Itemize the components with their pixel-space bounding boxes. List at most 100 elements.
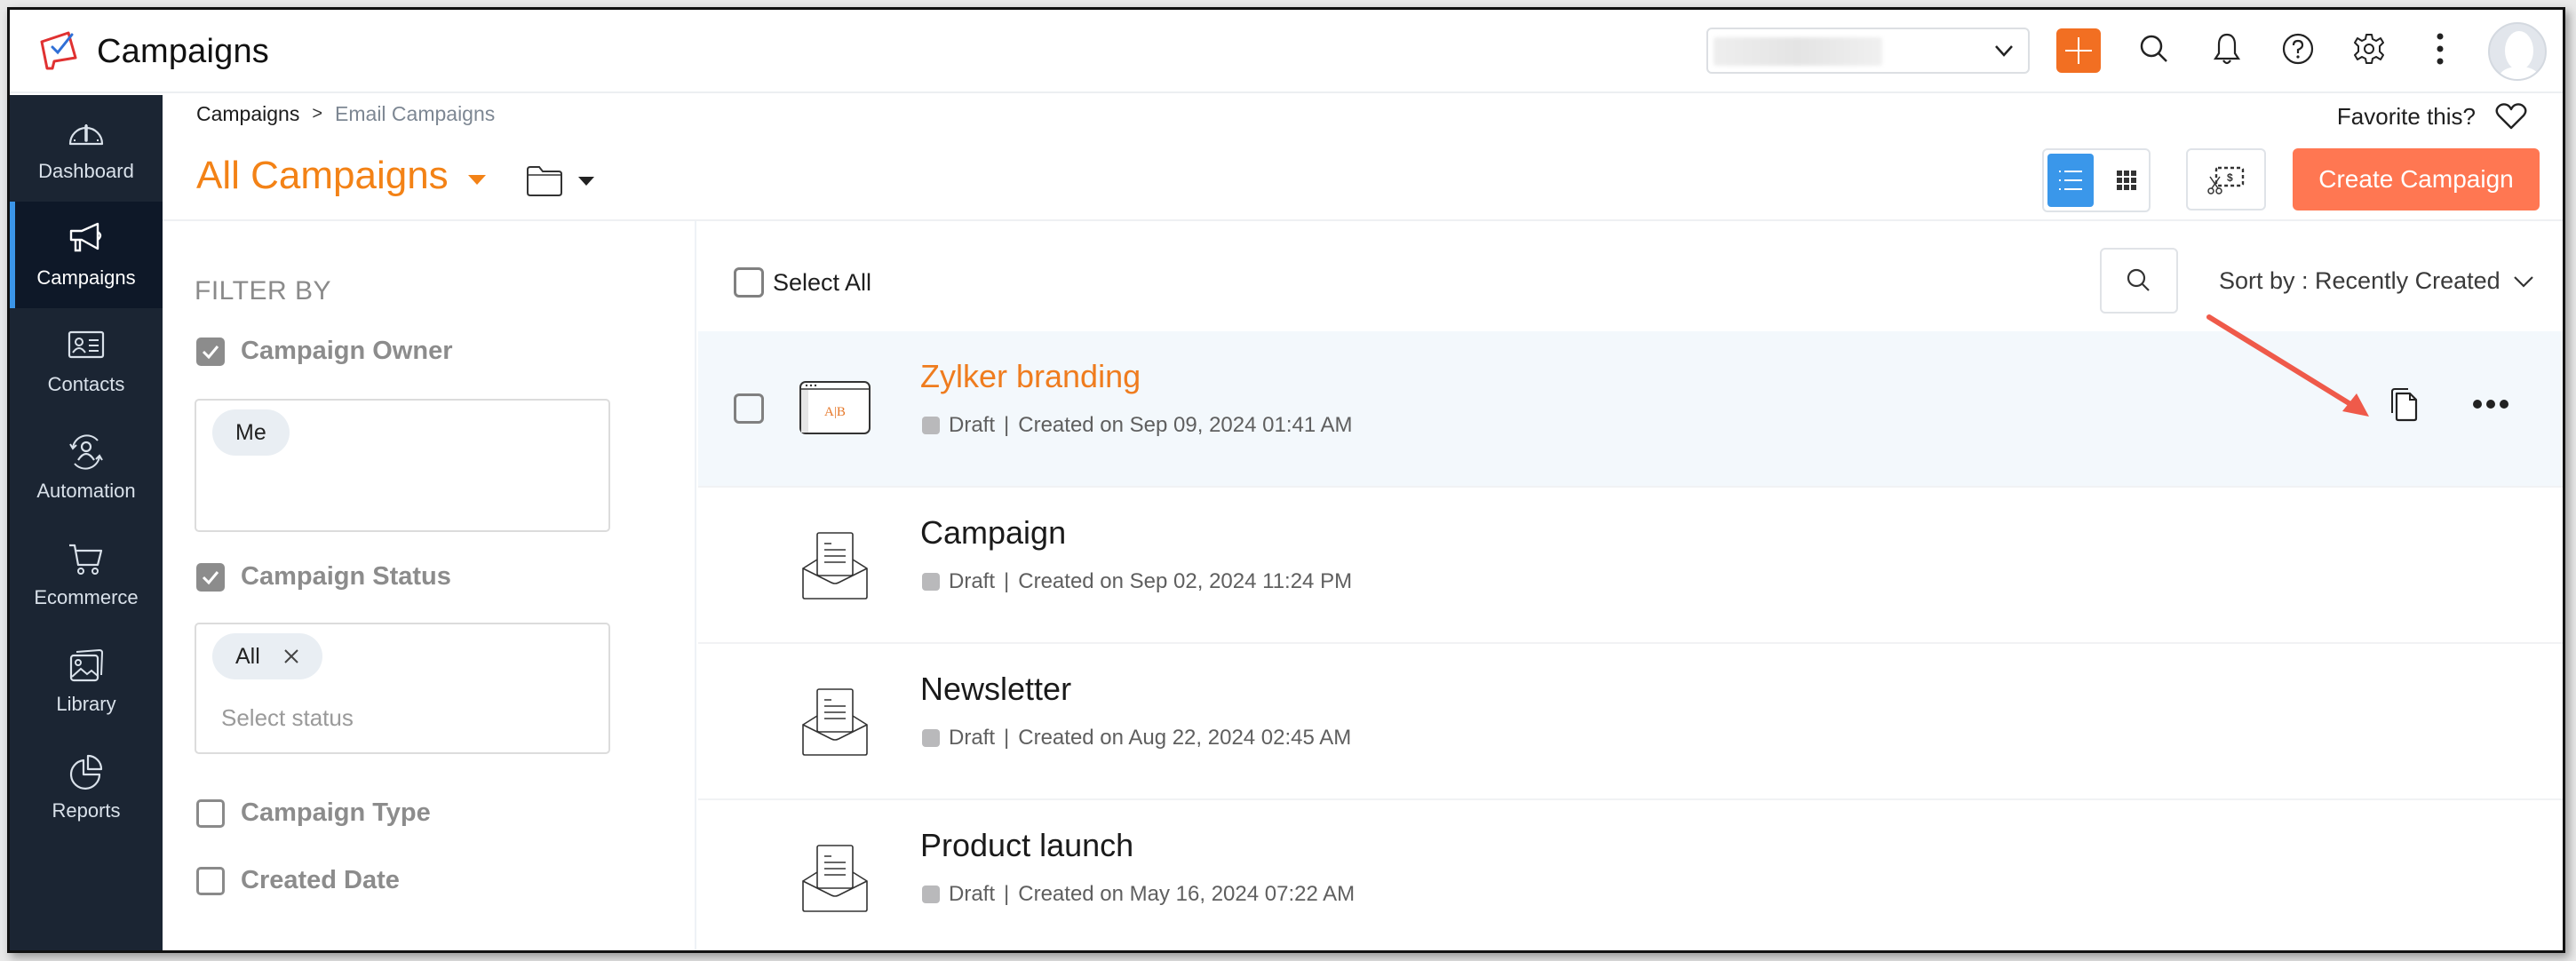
status-badge: Draft (949, 882, 996, 906)
sidebar-item-reports[interactable]: Reports (10, 735, 163, 841)
filter-campaign-type[interactable]: Campaign Type (196, 798, 431, 828)
filter-created-date[interactable]: Created Date (196, 866, 400, 895)
status-indicator (922, 573, 940, 591)
chip-label: All (235, 643, 260, 669)
app-title: Campaigns (97, 33, 270, 70)
cart-icon (69, 544, 103, 575)
created-date: Created on May 16, 2024 07:22 AM (1018, 882, 1356, 906)
more-options-button[interactable] (2421, 29, 2460, 68)
campaign-row[interactable]: A|B Zylker branding Draft | Created on S… (698, 331, 2563, 488)
favorite-label: Favorite this? (2336, 102, 2476, 130)
filter-label: Campaign Owner (241, 337, 453, 365)
sidebar-item-campaigns[interactable]: Campaigns (10, 202, 163, 308)
global-search-button[interactable] (2135, 29, 2174, 68)
automation-icon (69, 434, 103, 470)
meta-separator: | (1004, 569, 1010, 593)
sidebar-item-dashboard[interactable]: Dashboard (10, 95, 163, 202)
filter-chip-me[interactable]: Me (212, 409, 290, 456)
filter-panel: FILTER BY Campaign Owner Me Campaign Sta… (163, 221, 696, 950)
app-window: Campaigns Dashboard Campaigns Contacts A… (7, 7, 2565, 953)
favorite-toggle[interactable]: Favorite this? (2337, 102, 2527, 131)
row-checkbox[interactable] (734, 393, 764, 424)
campaign-name-link[interactable]: Newsletter (920, 671, 1071, 708)
bell-icon (2213, 33, 2241, 65)
more-horizontal-icon[interactable] (2472, 399, 2509, 409)
quick-create-button[interactable] (2056, 28, 2101, 73)
campaign-owner-checkbox[interactable] (196, 337, 225, 366)
created-date-checkbox[interactable] (196, 866, 225, 895)
organization-selector[interactable] (1706, 28, 2030, 74)
filter-label: Created Date (241, 866, 400, 894)
filter-label: Campaign Type (241, 798, 431, 827)
folder-icon (527, 166, 562, 196)
caret-down-icon (467, 174, 486, 185)
top-bar: Campaigns (10, 10, 2563, 93)
breadcrumb: Campaigns > Email Campaigns (196, 102, 495, 126)
user-avatar[interactable] (2488, 22, 2547, 81)
campaign-status-checkbox[interactable] (196, 562, 225, 592)
caret-down-icon (578, 177, 594, 186)
help-button[interactable] (2278, 29, 2318, 68)
owner-filter-input[interactable]: Me (195, 399, 610, 532)
campaign-name-link[interactable]: Product launch (920, 827, 1133, 864)
grid-view-button[interactable] (2106, 154, 2147, 207)
page-title: All Campaigns (196, 154, 449, 197)
settings-button[interactable] (2349, 29, 2389, 68)
email-campaign-icon (802, 532, 868, 600)
created-date: Created on Sep 02, 2024 11:24 PM (1018, 569, 1353, 593)
nav-label: Library (56, 693, 116, 715)
campaign-row[interactable]: Newsletter Draft | Created on Aug 22, 20… (698, 644, 2563, 800)
folder-selector-button[interactable] (525, 164, 594, 198)
plus-icon (2065, 37, 2092, 64)
created-date: Created on Aug 22, 2024 02:45 AM (1018, 726, 1352, 750)
filter-campaign-status[interactable]: Campaign Status (196, 562, 451, 592)
email-campaign-icon (802, 845, 868, 912)
select-all-checkbox[interactable] (734, 267, 764, 298)
pie-chart-icon (69, 754, 103, 790)
org-name-redacted (1713, 37, 1882, 66)
sidebar-nav: Dashboard Campaigns Contacts Automation … (10, 95, 163, 950)
select-all[interactable]: Select All (734, 267, 871, 298)
campaign-row[interactable]: Campaign Draft | Created on Sep 02, 2024… (698, 488, 2563, 644)
nav-label: Ecommerce (34, 586, 139, 608)
sidebar-item-ecommerce[interactable]: Ecommerce (10, 521, 163, 628)
status-filter-input[interactable]: All Select status (195, 623, 610, 754)
filter-chip-all[interactable]: All (212, 633, 322, 679)
svg-text:$: $ (2227, 171, 2233, 184)
contact-card-icon (68, 330, 105, 359)
more-vertical-icon (2437, 33, 2444, 65)
search-icon (2140, 35, 2167, 62)
user-silhouette-icon (2497, 31, 2541, 79)
sidebar-item-automation[interactable]: Automation (10, 415, 163, 521)
list-search-button[interactable] (2100, 248, 2178, 314)
close-icon[interactable] (283, 648, 299, 664)
status-indicator (922, 729, 940, 747)
coupon-button[interactable]: $ (2186, 148, 2266, 210)
campaign-name-link[interactable]: Campaign (920, 514, 1066, 552)
heart-icon (2495, 103, 2527, 130)
clone-icon[interactable] (2389, 386, 2419, 422)
filter-label: Campaign Status (241, 562, 451, 591)
campaign-type-checkbox[interactable] (196, 798, 225, 828)
breadcrumb-current: Email Campaigns (335, 102, 496, 125)
campaign-row[interactable]: Product launch Draft | Created on May 16… (698, 800, 2563, 950)
help-icon (2282, 33, 2314, 65)
notifications-button[interactable] (2207, 29, 2246, 68)
view-mode-toggle (2042, 148, 2151, 212)
create-campaign-button[interactable]: Create Campaign (2293, 148, 2540, 210)
chip-label: Me (235, 419, 266, 445)
breadcrumb-campaigns-link[interactable]: Campaigns (196, 102, 299, 126)
filter-campaign-owner[interactable]: Campaign Owner (196, 337, 453, 366)
list-view-button[interactable] (2047, 154, 2094, 207)
dashboard-gauge-icon (68, 124, 104, 146)
view-selector[interactable]: All Campaigns (196, 154, 486, 198)
sidebar-item-contacts[interactable]: Contacts (10, 308, 163, 415)
campaign-list-panel: Select All Sort by : Recently Created A|… (698, 221, 2563, 950)
list-icon (2059, 171, 2082, 190)
sort-dropdown[interactable]: Sort by : Recently Created (2219, 267, 2534, 295)
campaign-name-link[interactable]: Zylker branding (920, 358, 1141, 395)
meta-separator: | (1004, 413, 1010, 437)
chevron-down-icon (2513, 275, 2533, 288)
coupon-scissors-icon: $ (2207, 166, 2245, 195)
sidebar-item-library[interactable]: Library (10, 628, 163, 735)
